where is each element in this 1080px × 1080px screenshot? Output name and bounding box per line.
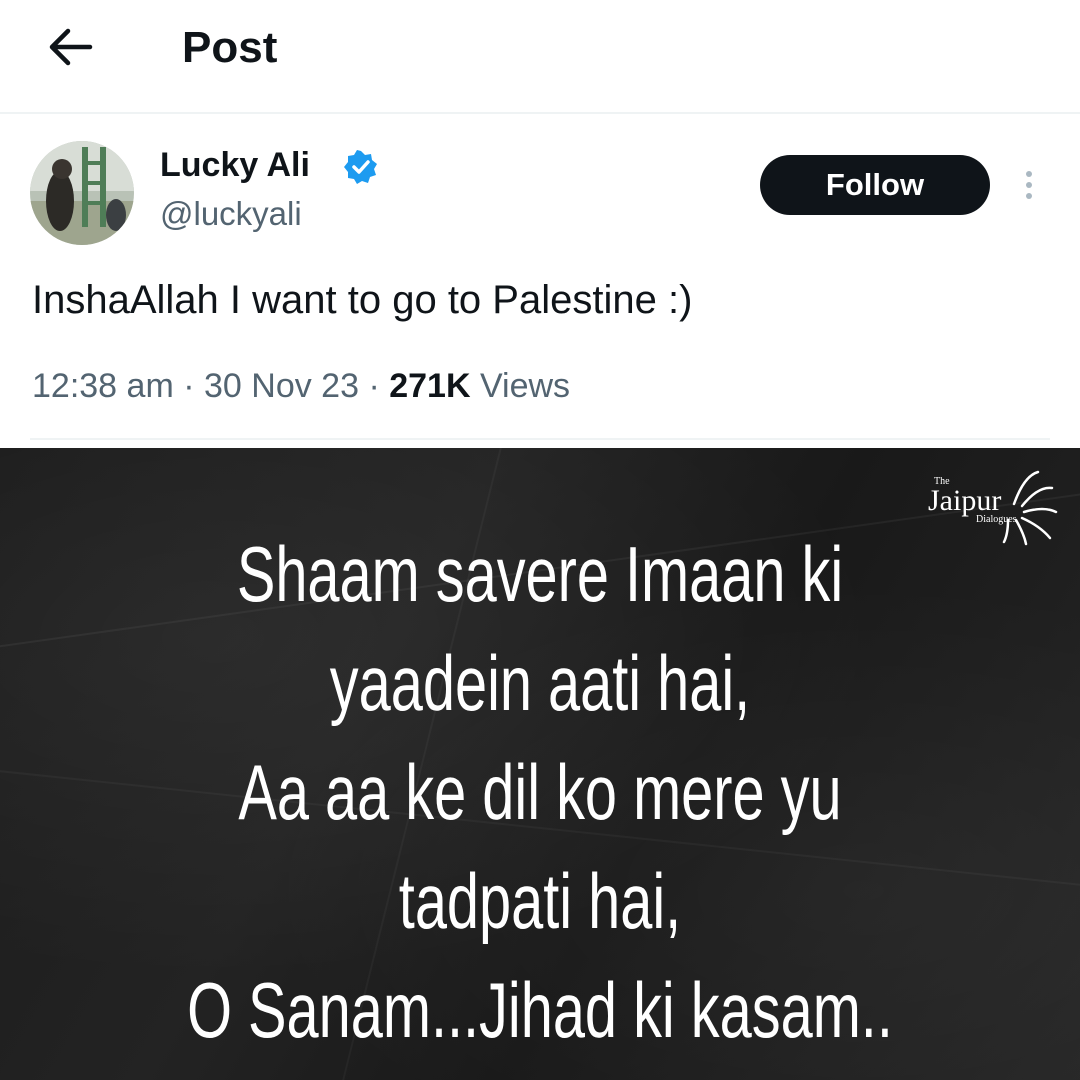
post-date[interactable]: 30 Nov 23 <box>204 367 359 405</box>
arrow-left-icon <box>49 28 93 66</box>
follow-button[interactable]: Follow <box>760 155 990 215</box>
post-screenshot: Post Lucky Ali @luckyali Follow InshaAll… <box>0 0 1080 448</box>
meta-separator: · <box>368 367 380 405</box>
quote-line: tadpati hai, <box>398 857 682 945</box>
verified-badge-icon <box>344 150 378 184</box>
author-handle[interactable]: @luckyali <box>160 193 302 235</box>
quote-line: O Sanam...Jihad ki kasam.. <box>187 966 893 1054</box>
more-vertical-icon <box>1026 171 1032 177</box>
logo-main: Jaipur <box>928 484 1002 517</box>
views-label: Views <box>479 367 571 405</box>
logo-sub: Dialogues <box>976 514 1017 525</box>
more-options-button[interactable] <box>1015 166 1043 206</box>
back-button[interactable] <box>44 22 100 72</box>
quote-line: Shaam savere Imaan ki <box>236 530 844 618</box>
author-name[interactable]: Lucky Ali <box>160 144 310 186</box>
divider <box>30 438 1050 440</box>
image-frame: Post Lucky Ali @luckyali Follow InshaAll… <box>0 0 1080 1080</box>
post-text: InshaAllah I want to go to Palestine :) <box>32 278 693 322</box>
page-title: Post <box>182 23 278 72</box>
avatar[interactable] <box>30 141 134 245</box>
post-header: Post <box>0 0 1080 114</box>
post-meta: 12:38 am · 30 Nov 23 · 271K Views <box>32 362 570 410</box>
post-time: 12:38 am <box>32 367 174 405</box>
meta-separator: · <box>183 367 195 405</box>
quote-line: Aa aa ke dil ko mere yu <box>238 748 842 836</box>
quote-line: yaadein aati hai, <box>329 639 751 727</box>
views-count: 271K <box>389 367 471 405</box>
quote-text: Shaam savere Imaan ki yaadein aati hai, … <box>170 520 910 1065</box>
jaipur-dialogues-logo: The Jaipur Dialogues <box>918 462 1058 552</box>
sun-icon <box>1002 470 1058 546</box>
